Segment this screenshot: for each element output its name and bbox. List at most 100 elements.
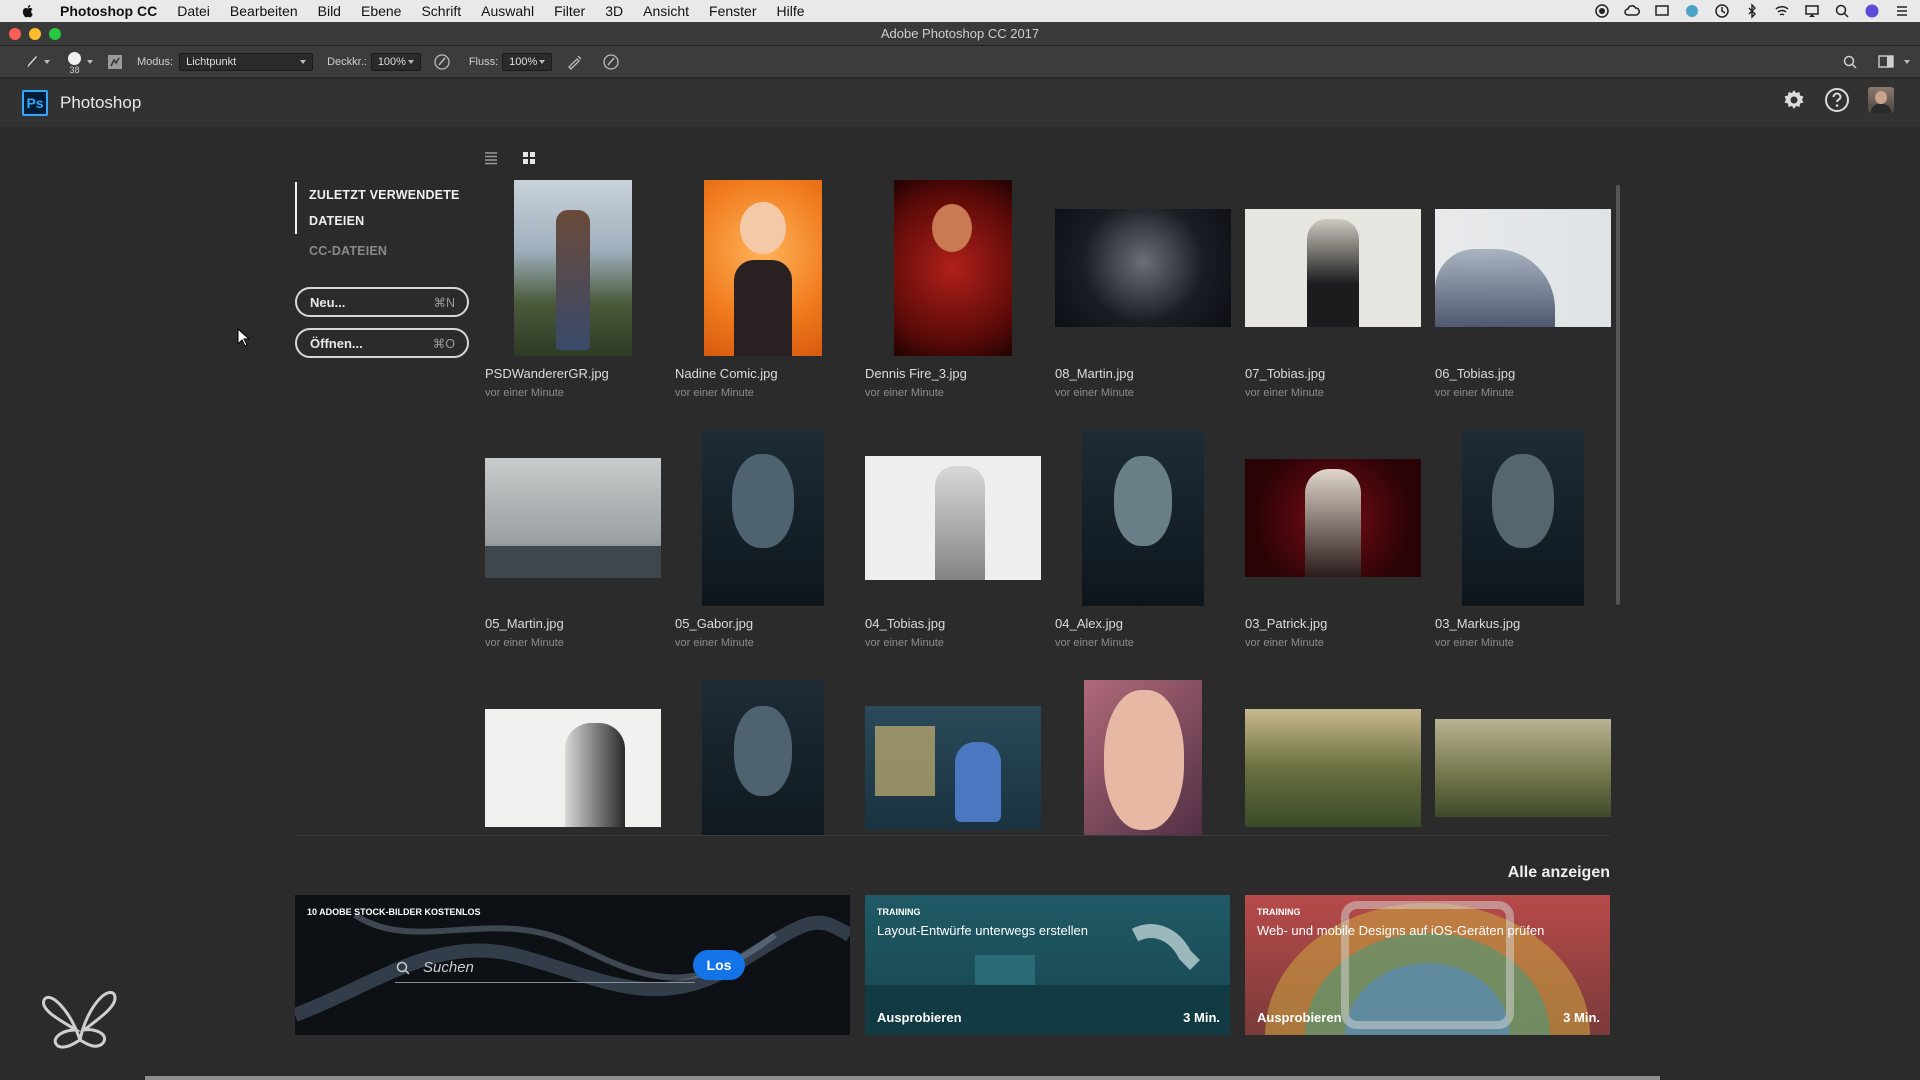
file-card[interactable]: 05_Gabor.jpg vor einer Minute [675,430,851,649]
file-card[interactable]: 06_Tobias.jpg vor einer Minute [1435,180,1611,399]
open-file-label: Öffnen... [310,335,363,351]
pressure-opacity-icon[interactable] [433,53,451,71]
menu-datei[interactable]: Datei [167,3,220,19]
menu-photoshop-cc[interactable]: Photoshop CC [50,3,167,19]
help-icon[interactable] [1824,87,1850,113]
file-time: vor einer Minute [485,637,564,649]
menu-schrift[interactable]: Schrift [411,3,471,19]
menu-fenster[interactable]: Fenster [699,3,766,19]
mode-label: Modus: [137,55,174,68]
menu-3d[interactable]: 3D [595,3,633,19]
menu-auswahl[interactable]: Auswahl [471,3,544,19]
spotlight-search-icon[interactable] [1834,3,1850,19]
files-scrollbar[interactable] [1616,185,1620,605]
training-card-layout[interactable]: TRAINING Layout-Entwürfe unterwegs erste… [865,895,1230,1035]
open-file-button[interactable]: Öffnen... ⌘O [295,328,469,358]
apple-logo-icon[interactable] [20,3,36,19]
mouse-cursor-icon [237,328,251,347]
card-cta[interactable]: Ausprobieren [1257,1010,1342,1025]
new-file-button[interactable]: Neu... ⌘N [295,287,469,317]
tool-preset-caret-icon[interactable] [44,59,50,64]
menu-bild[interactable]: Bild [308,3,351,19]
brush-size-picker[interactable]: 38 [68,52,81,75]
siri-icon[interactable] [1864,3,1880,19]
file-thumbnail [1084,680,1202,835]
settings-gear-icon[interactable] [1782,88,1806,112]
menu-ansicht[interactable]: Ansicht [633,3,699,19]
file-card[interactable] [1245,680,1421,835]
cc-files-link[interactable]: CC-DATEIEN [295,238,475,264]
card-cta[interactable]: Ausprobieren [877,1010,962,1025]
recent-files-link[interactable]: ZULETZT VERWENDETE DATEIEN [295,182,475,234]
file-card[interactable]: 05_Martin.jpg vor einer Minute [485,430,661,649]
file-card[interactable]: 04_Tobias.jpg vor einer Minute [865,430,1041,649]
file-card[interactable] [1435,680,1611,835]
airbrush-icon[interactable] [566,53,584,71]
file-card[interactable] [675,680,851,835]
file-time: vor einer Minute [1055,637,1134,649]
brush-picker-caret-icon[interactable] [87,59,93,64]
training-card-web-mobile[interactable]: TRAINING Web- und mobile Designs auf iOS… [1245,895,1610,1035]
grid-view-icon[interactable] [521,150,537,166]
card-title: Layout-Entwürfe unterwegs erstellen [877,923,1089,938]
user-avatar[interactable] [1868,87,1894,113]
flow-field[interactable]: 100% [502,52,553,71]
view-toggle-group [483,150,537,166]
file-name: 04_Alex.jpg [1055,616,1123,631]
menu-hilfe[interactable]: Hilfe [767,3,815,19]
file-time: vor einer Minute [675,387,754,399]
menu-bearbeiten[interactable]: Bearbeiten [220,3,308,19]
brush-panel-icon[interactable] [107,54,123,70]
avatar-face [1875,91,1887,104]
mode-select[interactable]: Lichtpunkt [179,52,314,71]
notification-center-icon[interactable] [1894,3,1910,19]
search-icon[interactable] [1842,54,1858,70]
file-card[interactable]: 04_Alex.jpg vor einer Minute [1055,430,1231,649]
wifi-icon[interactable] [1774,3,1790,19]
file-card[interactable]: PSDWandererGR.jpg vor einer Minute [485,180,661,399]
workspace-caret-icon[interactable] [1904,60,1910,64]
thumbnail-figure [932,204,972,252]
brush-tip-icon [68,52,81,65]
file-card[interactable]: 03_Patrick.jpg vor einer Minute [1245,430,1421,649]
file-card[interactable]: 08_Martin.jpg vor einer Minute [1055,180,1231,399]
creative-cloud-icon[interactable] [1624,3,1640,19]
thumbnail-dress [734,260,792,356]
card-title: Web- und mobile Designs auf iOS-Geräten … [1257,923,1545,938]
file-card[interactable] [485,680,661,835]
see-all-link[interactable]: Alle anzeigen [1508,864,1610,882]
card-kicker: TRAINING [877,907,921,917]
file-thumbnail [1245,709,1421,827]
file-name: 03_Markus.jpg [1435,616,1521,631]
stock-search-input[interactable]: Suchen [395,953,695,983]
file-card[interactable]: 07_Tobias.jpg vor einer Minute [1245,180,1421,399]
card-duration: 3 Min. [1183,1010,1220,1025]
file-card[interactable]: Nadine Comic.jpg vor einer Minute [675,180,851,399]
sync-icon[interactable] [1684,3,1700,19]
airplay-icon[interactable] [1804,3,1820,19]
stock-search-button[interactable]: Los [693,950,745,980]
menu-filter[interactable]: Filter [544,3,595,19]
file-card[interactable]: 03_Markus.jpg vor einer Minute [1435,430,1611,649]
minimize-window-button[interactable] [29,28,41,40]
thumbnail-child [955,742,1001,822]
menu-ebene[interactable]: Ebene [351,3,411,19]
opacity-field[interactable]: 100% [370,52,421,71]
window-bottom-scroll-indicator [145,1076,1660,1080]
file-card[interactable]: Dennis Fire_3.jpg vor einer Minute [865,180,1041,399]
thumbnail-letters [875,726,935,796]
time-machine-icon[interactable] [1714,3,1730,19]
display-icon[interactable] [1654,3,1670,19]
zoom-window-button[interactable] [49,28,61,40]
list-view-icon[interactable] [483,150,499,166]
brush-tool-icon[interactable] [22,53,40,71]
app-name: Photoshop [60,93,142,112]
record-icon[interactable] [1594,3,1610,19]
close-window-button[interactable] [9,28,21,40]
file-card[interactable] [1055,680,1231,835]
bluetooth-icon[interactable] [1744,3,1760,19]
workspace-switcher-icon[interactable] [1878,54,1896,70]
file-card[interactable] [865,680,1041,835]
pressure-size-icon[interactable] [602,53,620,71]
opacity-label: Deckkr.: [327,55,367,68]
